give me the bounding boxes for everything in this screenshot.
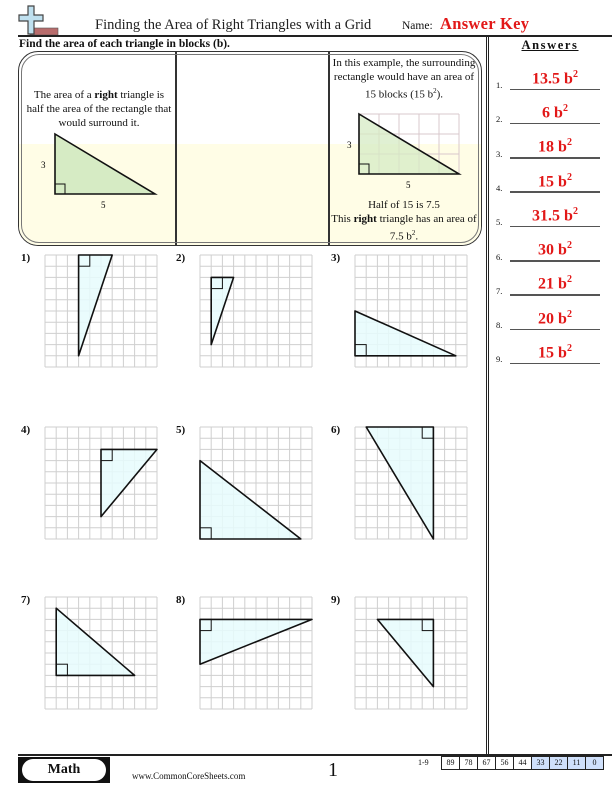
site-url[interactable]: www.CommonCoreSheets.com bbox=[132, 771, 245, 781]
answer-value[interactable]: 21 b2 bbox=[510, 274, 600, 293]
answer-value[interactable]: 30 b2 bbox=[510, 240, 600, 259]
example-left-text: The area of a right triangle is half the… bbox=[26, 89, 172, 129]
problem-label: 9) bbox=[331, 594, 341, 606]
score-cell: 78 bbox=[460, 757, 478, 769]
problem-label: 4) bbox=[21, 424, 31, 436]
answer-line bbox=[510, 191, 600, 193]
example-separator bbox=[328, 52, 330, 245]
score-cell: 22 bbox=[550, 757, 568, 769]
answer-number: 4. bbox=[496, 182, 503, 193]
score-cell: 0 bbox=[586, 757, 603, 769]
problem-grid bbox=[44, 426, 158, 540]
score-cell: 33 bbox=[532, 757, 550, 769]
answer-line bbox=[510, 328, 600, 331]
problem-grid bbox=[354, 596, 468, 710]
answer-value[interactable]: 15 b2 bbox=[510, 343, 600, 362]
answer-line bbox=[510, 157, 600, 159]
answer-line bbox=[510, 122, 600, 125]
answer-number: 5. bbox=[496, 217, 503, 228]
answer-line bbox=[510, 362, 600, 365]
answer-value[interactable]: 20 b2 bbox=[510, 309, 600, 328]
answers-title: Answers bbox=[521, 38, 579, 52]
name-label: Name: bbox=[402, 20, 433, 32]
answer-column-divider bbox=[486, 35, 489, 755]
problem-grid bbox=[354, 426, 468, 540]
answer-row: 2. 6 b2 bbox=[494, 96, 606, 126]
score-cell: 67 bbox=[478, 757, 496, 769]
answer-number: 2. bbox=[496, 114, 503, 125]
example-right-triangle: 3 5 bbox=[347, 112, 462, 190]
problem-label: 6) bbox=[331, 424, 341, 436]
page-number: 1 bbox=[328, 759, 338, 781]
problem-grid bbox=[44, 596, 158, 710]
answer-value[interactable]: 15 b2 bbox=[510, 172, 600, 191]
problem-grid bbox=[199, 596, 313, 710]
answer-row: 6. 30 b2 bbox=[494, 234, 606, 264]
problem-grid bbox=[199, 254, 313, 368]
worksheet-title: Finding the Area of Right Triangles with… bbox=[95, 17, 372, 33]
name-value: Answer Key bbox=[440, 14, 530, 33]
instruction-text: Find the area of each triangle in blocks… bbox=[19, 38, 230, 50]
answer-value[interactable]: 18 b2 bbox=[510, 137, 600, 156]
score-cell: 89 bbox=[442, 757, 460, 769]
problem-grid bbox=[199, 426, 313, 540]
example-box: The area of a right triangle is half the… bbox=[18, 51, 482, 246]
answer-number: 6. bbox=[496, 251, 503, 262]
answer-number: 3. bbox=[496, 148, 503, 159]
answer-row: 9. 15 b2 bbox=[494, 336, 606, 366]
answer-row: 5. 31.5 b2 bbox=[494, 199, 606, 229]
header-rule bbox=[18, 35, 612, 37]
plus-block-logo-icon bbox=[18, 5, 59, 36]
example-separator bbox=[175, 52, 177, 245]
answer-line bbox=[510, 225, 600, 228]
answer-number: 1. bbox=[496, 80, 503, 90]
problem-grid bbox=[44, 254, 158, 368]
score-cell: 44 bbox=[514, 757, 532, 769]
width-label: 5 bbox=[406, 180, 411, 190]
right-triangle bbox=[77, 254, 113, 357]
answer-row: 7. 21 b2 bbox=[494, 268, 606, 298]
answer-number: 9. bbox=[496, 354, 503, 365]
answer-line bbox=[510, 294, 600, 296]
right-triangle bbox=[199, 459, 302, 540]
score-cell: 11 bbox=[568, 757, 586, 769]
height-label: 3 bbox=[347, 140, 352, 150]
problem-label: 3) bbox=[331, 252, 341, 264]
width-label: 5 bbox=[101, 200, 106, 210]
problem-label: 1) bbox=[21, 252, 31, 264]
answer-row: 3. 18 b2 bbox=[494, 131, 606, 161]
answer-value[interactable]: 13.5 b2 bbox=[510, 69, 600, 88]
answer-row: 1. 13.5 b2 bbox=[494, 62, 606, 92]
problem-label: 2) bbox=[176, 252, 186, 264]
subject-badge: Math bbox=[22, 759, 106, 781]
score-cell: 56 bbox=[496, 757, 514, 769]
problem-label: 7) bbox=[21, 594, 31, 606]
example-left-triangle: 3 5 bbox=[41, 132, 158, 210]
answer-row: 8. 20 b2 bbox=[494, 302, 606, 332]
answer-line bbox=[510, 88, 600, 90]
score-range-label: 1-9 bbox=[418, 758, 429, 767]
answer-row: 4. 15 b2 bbox=[494, 165, 606, 195]
answer-value[interactable]: 6 b2 bbox=[510, 103, 600, 122]
answer-line bbox=[510, 260, 600, 262]
score-table: 89 78 67 56 44 33 22 11 0 bbox=[441, 756, 604, 770]
problem-grid bbox=[354, 254, 468, 368]
problem-label: 5) bbox=[176, 424, 186, 436]
example-right-text-top: In this example, the surrounding rectang… bbox=[332, 57, 476, 101]
answer-number: 8. bbox=[496, 320, 503, 331]
answer-value[interactable]: 31.5 b2 bbox=[510, 206, 600, 225]
example-right-text-bottom: Half of 15 is 7.5 This right triangle ha… bbox=[331, 199, 477, 243]
height-label: 3 bbox=[41, 160, 46, 170]
problem-label: 8) bbox=[176, 594, 186, 606]
answer-number: 7. bbox=[496, 285, 503, 296]
